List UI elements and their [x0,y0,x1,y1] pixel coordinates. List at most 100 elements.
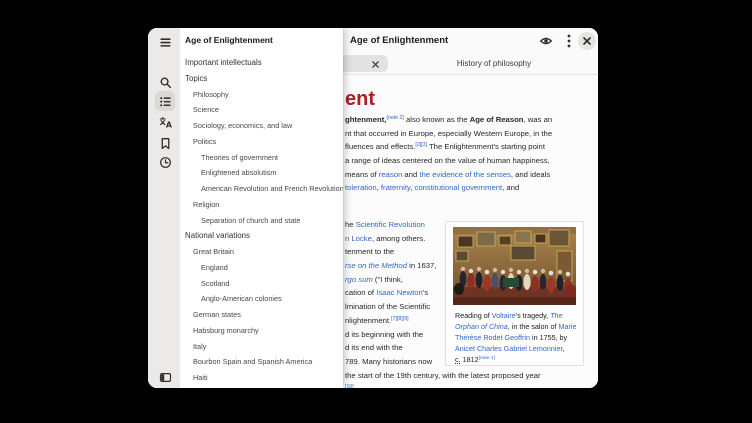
text-line: means of reason and the evidence of the … [345,168,552,182]
toc-item[interactable]: Politics [180,134,343,150]
text-segment: cation of [345,288,376,297]
text-segment: 1812 [461,355,479,364]
tab-close-icon[interactable] [368,57,382,71]
toc-item[interactable]: Enlightened absolutism [180,165,343,181]
history-clock-icon[interactable] [155,152,175,172]
text-segment: means of [345,170,379,179]
toc-item[interactable]: Important intellectuals [180,55,343,71]
image-caption: Reading of Voltaire's tragedy, TheOrphan… [455,310,579,365]
toc-item[interactable]: Philosophy [180,87,343,103]
languages-icon[interactable]: A [155,112,175,132]
tab-label: History of philosophy [457,59,531,68]
article-heading-fragment: ent [345,88,375,111]
text-segment: ("I think, [373,275,403,284]
article-link[interactable]: [7][8][9] [391,316,408,322]
article-paragraph-1: ghtenment,[note 2] also known as the Age… [345,113,552,195]
toc-item[interactable]: Italy [180,339,343,355]
window-title: Age of Enlightenment [350,28,448,54]
text-segment: ghtenment, [345,115,386,124]
eye-icon[interactable] [538,33,554,49]
text-segment: nlightenment. [345,316,391,325]
toc-drawer: Age of Enlightenment Important intellect… [180,28,343,388]
article-link[interactable]: n Locke [345,234,372,243]
main-menu-icon[interactable] [155,32,175,52]
article-link[interactable]: [10] [345,384,354,388]
app-window: ent ghtenment,[note 2] also known as the… [148,28,598,388]
text-segment: he [345,220,356,229]
toc-item[interactable]: England [180,260,343,276]
article-figure: Reading of Voltaire's tragedy, TheOrphan… [445,221,584,366]
text-segment: Age of Reason [470,115,524,124]
article-link[interactable]: the evidence of the senses [419,170,510,179]
article-link[interactable]: Marie [559,322,577,331]
toc-item[interactable]: Separation of church and state [180,213,343,229]
text-segment: in 1755, by [530,333,567,342]
article-link[interactable]: Anicet Charles Gabriel Lemonnier [455,344,562,353]
text-segment: 789. Many historians now [345,357,432,366]
article-link[interactable]: reason [379,170,403,179]
toc-item[interactable]: American Revolution and French Revolutio… [180,181,343,197]
toc-item[interactable]: Sociology, economics, and law [180,118,343,134]
text-line: Thérèse Rodet Geoffrin in 1755, by [455,332,579,343]
toc-item[interactable]: Habsburg monarchy [180,323,343,339]
bookmark-icon[interactable] [155,133,175,153]
text-line: a range of ideas centered on the value o… [345,154,552,168]
article-link[interactable]: toleration [345,183,377,192]
toc-item[interactable]: Bourbon Spain and Spanish America [180,354,343,370]
article-link[interactable]: rgo sum [345,275,373,284]
toc-item[interactable]: Science [180,102,343,118]
toc-item[interactable]: Haiti [180,370,343,386]
text-segment: a range of ideas centered on the value o… [345,156,550,165]
article-link[interactable]: [2][3] [415,142,427,148]
article-link[interactable]: Isaac Newton [376,288,423,297]
kebab-menu-icon[interactable] [561,33,577,49]
text-line: c. 1812[note 1] [455,354,579,365]
toc-item[interactable]: National variations [180,228,343,244]
toc-item[interactable]: Anglo-American colonies [180,291,343,307]
text-segment: , among others. [372,234,425,243]
text-line: Anicet Charles Gabriel Lemonnier, [455,343,579,354]
text-segment: nt that occurred in Europe, especially W… [345,129,552,138]
toc-item[interactable]: Topics [180,71,343,87]
text-segment: d its beginning with the [345,330,423,339]
text-line: [10] [345,382,541,388]
text-segment: 's tragedy, [516,311,550,320]
article-link[interactable]: rse on the Method [345,261,407,270]
toc-item[interactable]: Scotland [180,276,343,292]
svg-text:A: A [165,120,171,128]
text-segment: Reading of [455,311,492,320]
text-segment: tenment to the [345,247,394,256]
text-segment: and [402,170,419,179]
desktop-background: { "colors": { "accent_red": "#a92222", "… [0,0,752,423]
article-link[interactable]: Orphan of China [455,322,508,331]
text-line: nt that occurred in Europe, especially W… [345,127,552,141]
text-line: Reading of Voltaire's tragedy, The [455,310,579,321]
article-link[interactable]: Voltaire [492,311,516,320]
text-segment: d its end with the [345,343,403,352]
text-line: Orphan of China, in the salon of Marie [455,321,579,332]
article-link[interactable]: [note 2] [386,115,403,121]
close-window-icon[interactable] [578,32,596,50]
text-segment: , and ideals [511,170,550,179]
article-link[interactable]: fraternity [381,183,410,192]
tab-history-of-philosophy[interactable]: History of philosophy [390,55,598,72]
article-link[interactable]: [note 1] [479,356,495,361]
toc-item[interactable]: Great Britain [180,244,343,260]
toc-item[interactable]: Religion [180,197,343,213]
text-segment: , in the salon of [508,322,559,331]
text-segment: in 1637, [407,261,437,270]
text-segment: lmination of the Scientific [345,302,430,311]
toc-item[interactable]: German states [180,307,343,323]
article-link[interactable]: constitutional government [415,183,503,192]
toc-list-icon[interactable] [155,91,175,111]
toc-item[interactable]: Theories of government [180,150,343,166]
lead-image-salon-painting[interactable] [453,227,576,305]
drawer-title: Age of Enlightenment [185,35,273,45]
sidebar-toggle-icon[interactable] [155,367,175,387]
article-link[interactable]: Thérèse Rodet Geoffrin [455,333,530,342]
text-segment: The Enlightenment's starting point [427,142,545,151]
article-link[interactable]: Scientific Revolution [356,220,425,229]
article-link[interactable]: The [550,311,562,320]
sidebar: A [148,28,180,388]
search-icon[interactable] [155,72,175,92]
